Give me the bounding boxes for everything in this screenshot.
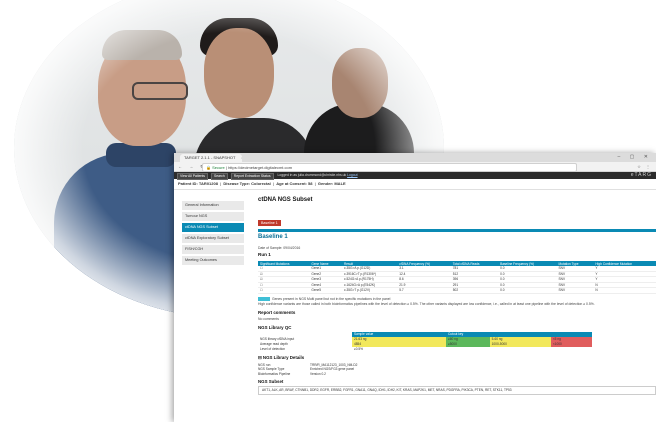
tab-bar: TARGET 2.1.1 - SNAPSHOT× – ▢ ✕: [174, 153, 656, 162]
sidebar-item-tumour-ngs[interactable]: Tumour NGS: [182, 212, 244, 221]
mutation-table: Significant Mutations Gene Name Result c…: [258, 261, 656, 294]
search-button[interactable]: Search: [211, 173, 228, 180]
qc-row: Level of detection ≥0.5%: [260, 347, 364, 351]
table-row: ☐ Gene4 c.1624G>A p.(E542K) 21.9 291 0.0…: [258, 282, 656, 288]
window-controls[interactable]: – ▢ ✕: [618, 154, 652, 160]
main-content: ctDNA NGS Subset Baseline 1 Baseline 1 D…: [258, 197, 656, 396]
ngs-subset-title: NGS Subset: [258, 379, 284, 385]
logout-link[interactable]: Logout: [347, 173, 357, 177]
qc-title: NGS Library QC: [258, 324, 292, 330]
baseline-tab[interactable]: Baseline 1: [258, 220, 281, 226]
browser-window: TARGET 2.1.1 - SNAPSHOT× – ▢ ✕ ← → ↻ 🔒 S…: [174, 153, 656, 422]
page-title: ctDNA NGS Subset: [258, 197, 313, 203]
sidebar-item-ctdna-ngs-subset[interactable]: ctDNA NGS Subset: [182, 223, 244, 232]
url-field[interactable]: 🔒 Secure | https://decimetarget.digitale…: [202, 163, 577, 172]
close-tab-icon[interactable]: ×: [241, 155, 242, 160]
table-row: ☐ Gene5 c.35G>T p.(G12V) 5.7 502 0.0 SNV…: [258, 287, 656, 294]
qc-table: Sample value Cutout key NGS library cfDN…: [258, 331, 656, 352]
browser-tab[interactable]: TARGET 2.1.1 - SNAPSHOT×: [180, 154, 242, 162]
sidebar: General Information Tumour NGS ctDNA NGS…: [182, 201, 244, 267]
table-row: ☑ Gene3 c.524G>A p.(R175H) 8.6 396 0.0 S…: [258, 276, 656, 283]
library-details-toggle[interactable]: ⊟ NGS Library Details: [258, 355, 656, 361]
app-toolbar: View All Patients Search Report Extraction…: [174, 172, 656, 180]
report-comments-text: No comments: [258, 316, 279, 321]
library-detail-row: Bioinformatics Pipeline Version 0.2: [258, 371, 326, 376]
confidence-note: High confidence variants are those calle…: [258, 301, 595, 306]
lock-icon: 🔒: [206, 165, 211, 170]
logged-in-user: Logged in as julia.drummond@christie.nhs…: [277, 173, 358, 177]
view-all-patients-button[interactable]: View All Patients: [177, 173, 209, 180]
baseline-heading: Baseline 1: [258, 234, 288, 240]
report-extraction-status-button[interactable]: Report Extraction Status: [230, 173, 274, 180]
ngs-subset-genes: AKT1, ALK, AR, BRAF, CTNNB1, DDR2, EGFR,…: [258, 386, 656, 396]
sidebar-item-meeting-outcomes[interactable]: Meeting Outcomes: [182, 256, 244, 265]
table-row: ☑ Gene2 c.3916C>T p.(R1306*) 12.4 512 0.…: [258, 271, 656, 277]
date-of-sample: Date of Sample: 09/04/2016: [258, 246, 301, 250]
browser-menu-icons[interactable]: ☆ ⋮: [637, 162, 652, 171]
sidebar-item-ctdna-exploratory-subset[interactable]: ctDNA Exploratory Subset: [182, 234, 244, 243]
address-bar: ← → ↻ 🔒 Secure | https://decimetarget.di…: [174, 162, 656, 172]
significant-checkbox[interactable]: ☐: [258, 287, 310, 294]
sidebar-item-fish-cgh[interactable]: FISH/CGH: [182, 245, 244, 254]
sidebar-item-general-information[interactable]: General Information: [182, 201, 244, 210]
patient-header: Patient ID: TAR01208 | Disease Type: Col…: [174, 179, 656, 190]
section-divider: [258, 229, 656, 232]
run-heading: Run 1: [258, 252, 271, 257]
brand-logo: eTARG: [630, 172, 652, 178]
legend-swatch: [258, 296, 270, 301]
report-comments-title: Report comments: [258, 309, 296, 315]
